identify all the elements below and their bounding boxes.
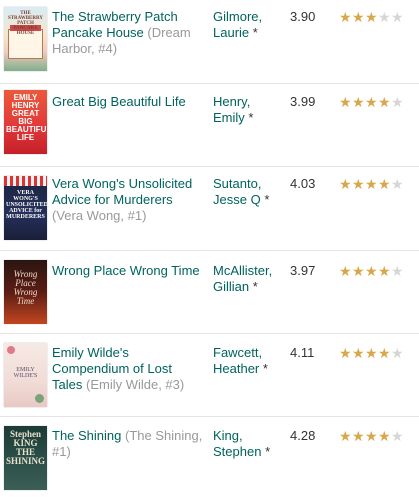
star-filled-icon: ★	[339, 265, 352, 279]
star-rating: ★★★★★	[339, 265, 404, 279]
star-filled-icon: ★	[352, 11, 365, 25]
star-filled-icon: ★	[352, 430, 365, 444]
star-filled-icon: ★	[378, 265, 391, 279]
author-link[interactable]: King, Stephen *	[213, 428, 285, 460]
cover-title-text: VERA WONG'S UNSOLICITED ADVICE for MURDE…	[6, 190, 47, 220]
average-rating: 3.90	[290, 9, 316, 24]
star-filled-icon: ★	[352, 178, 365, 192]
star-filled-icon: ★	[365, 347, 378, 361]
author-link[interactable]: Gilmore, Laurie *	[213, 9, 285, 41]
average-rating: 4.11	[290, 345, 315, 360]
star-rating: ★★★★★	[339, 430, 404, 444]
book-title-link[interactable]: Emily Wilde's Compendium of Lost Tales (…	[52, 345, 204, 393]
star-empty-icon: ★	[391, 11, 404, 25]
star-filled-icon: ★	[365, 178, 378, 192]
author-link[interactable]: Fawcett, Heather *	[213, 345, 285, 377]
cover-title-text: Wrong Place Wrong Time	[13, 269, 38, 306]
star-filled-icon: ★	[339, 178, 352, 192]
star-filled-icon: ★	[365, 430, 378, 444]
author-goodreads-author-mark: *	[252, 25, 258, 40]
book-cover[interactable]: EMILY HENRY GREAT BIG BEAUTIFUL LIFE	[4, 90, 47, 154]
book-series: (Emily Wilde, #3)	[85, 377, 185, 392]
book-title: Vera Wong's Unsolicited Advice for Murde…	[52, 176, 193, 207]
star-filled-icon: ★	[365, 96, 378, 110]
average-rating: 3.97	[290, 263, 316, 278]
author-goodreads-author-mark: *	[252, 279, 258, 294]
book-cover[interactable]: THE STRAWBERRY PATCH PANCAKE HOUSE	[4, 7, 47, 71]
author-link[interactable]: McAllister, Gillian *	[213, 263, 285, 295]
author-goodreads-author-mark: *	[262, 361, 268, 376]
cover-title-text: EMILY HENRY GREAT BIG BEAUTIFUL LIFE	[6, 93, 47, 142]
author-name: McAllister, Gillian	[213, 263, 273, 294]
book-title-link[interactable]: Vera Wong's Unsolicited Advice for Murde…	[52, 176, 204, 224]
author-goodreads-author-mark: *	[248, 110, 254, 125]
star-filled-icon: ★	[378, 178, 391, 192]
book-title-link[interactable]: The Strawberry Patch Pancake House (Drea…	[52, 9, 204, 57]
star-empty-icon: ★	[378, 11, 391, 25]
average-rating: 3.99	[290, 94, 316, 109]
book-title: Wrong Place Wrong Time	[52, 263, 200, 278]
book-title-link[interactable]: The Shining (The Shining, #1)	[52, 428, 204, 460]
book-list: THE STRAWBERRY PATCH PANCAKE HOUSE The S…	[0, 0, 419, 500]
book-title: The Shining	[52, 428, 122, 443]
book-series: (Vera Wong, #1)	[52, 208, 147, 223]
star-filled-icon: ★	[352, 96, 365, 110]
star-filled-icon: ★	[339, 11, 352, 25]
star-empty-icon: ★	[391, 178, 404, 192]
star-empty-icon: ★	[391, 430, 404, 444]
star-filled-icon: ★	[352, 265, 365, 279]
star-rating: ★★★★★	[339, 96, 404, 110]
row-divider	[0, 416, 419, 417]
star-filled-icon: ★	[378, 96, 391, 110]
author-goodreads-author-mark: *	[264, 192, 270, 207]
average-rating: 4.28	[290, 428, 316, 443]
author-name: Sutanto, Jesse Q	[213, 176, 262, 207]
author-name: King, Stephen	[213, 428, 262, 459]
author-goodreads-author-mark: *	[265, 444, 271, 459]
star-filled-icon: ★	[352, 347, 365, 361]
row-divider	[0, 250, 419, 251]
star-rating: ★★★★★	[339, 11, 404, 25]
star-filled-icon: ★	[339, 347, 352, 361]
author-name: Fawcett, Heather	[213, 345, 263, 376]
book-cover[interactable]: EMILY WILDE'S	[4, 343, 47, 407]
row-divider	[0, 83, 419, 84]
book-title-link[interactable]: Great Big Beautiful Life	[52, 94, 204, 110]
star-filled-icon: ★	[339, 430, 352, 444]
cover-title-text: EMILY WILDE'S	[13, 367, 38, 379]
author-link[interactable]: Sutanto, Jesse Q *	[213, 176, 285, 208]
book-cover[interactable]: Stephen KING THE SHINING	[4, 426, 47, 490]
book-title: Great Big Beautiful Life	[52, 94, 186, 109]
row-divider	[0, 166, 419, 167]
book-cover[interactable]: Wrong Place Wrong Time	[4, 260, 47, 324]
cover-title-text: THE STRAWBERRY PATCH PANCAKE HOUSE	[7, 11, 44, 36]
star-empty-icon: ★	[391, 347, 404, 361]
star-rating: ★★★★★	[339, 178, 404, 192]
average-rating: 4.03	[290, 176, 316, 191]
star-rating: ★★★★★	[339, 347, 404, 361]
star-empty-icon: ★	[391, 96, 404, 110]
star-filled-icon: ★	[339, 96, 352, 110]
author-name: Henry, Emily	[213, 94, 251, 125]
cover-title-text: Stephen KING THE SHINING	[6, 429, 46, 466]
star-filled-icon: ★	[365, 11, 378, 25]
row-divider	[0, 333, 419, 334]
book-title-link[interactable]: Wrong Place Wrong Time	[52, 263, 204, 279]
star-filled-icon: ★	[378, 347, 391, 361]
star-empty-icon: ★	[391, 265, 404, 279]
author-link[interactable]: Henry, Emily *	[213, 94, 285, 126]
star-filled-icon: ★	[378, 430, 391, 444]
star-filled-icon: ★	[365, 265, 378, 279]
book-cover[interactable]: VERA WONG'S UNSOLICITED ADVICE for MURDE…	[4, 176, 47, 240]
